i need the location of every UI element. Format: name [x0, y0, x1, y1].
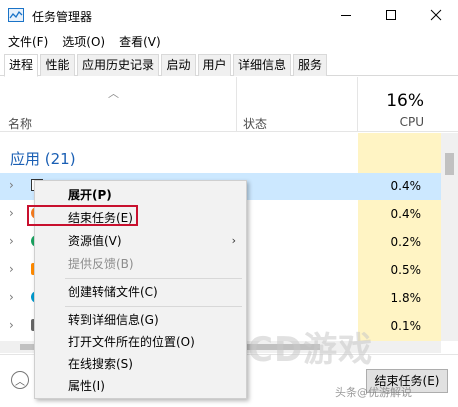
row-cpu-value: 1.8%	[390, 291, 422, 305]
tab-performance[interactable]: 性能	[40, 54, 75, 76]
ctx-resource-values-label: 资源值(V)	[68, 234, 122, 248]
tab-users[interactable]: 用户	[198, 54, 231, 76]
window-title: 任务管理器	[32, 10, 93, 24]
column-header: ︿ 名称 状态 16% CPU	[0, 77, 458, 132]
menu-bar: 文件(F) 选项(O) 查看(V)	[0, 31, 167, 51]
expand-caret-icon[interactable]: ›	[9, 318, 14, 332]
maximize-icon	[385, 10, 396, 20]
title-bar[interactable]: 任务管理器	[0, 0, 458, 30]
menu-file[interactable]: 文件(F)	[0, 31, 54, 51]
close-button[interactable]	[413, 0, 458, 30]
menu-divider	[65, 278, 242, 279]
expand-caret-icon[interactable]: ›	[9, 290, 14, 304]
ctx-create-dump[interactable]: 创建转储文件(C)	[35, 281, 246, 303]
column-divider[interactable]	[236, 77, 237, 132]
tab-services[interactable]: 服务	[293, 54, 327, 76]
menu-options[interactable]: 选项(O)	[54, 31, 111, 51]
tab-details[interactable]: 详细信息	[233, 54, 291, 76]
ctx-search-online[interactable]: 在线搜索(S)	[35, 353, 246, 375]
ctx-resource-values[interactable]: 资源值(V) ›	[35, 230, 246, 252]
fewer-details-icon[interactable]: ︿	[11, 371, 29, 389]
close-icon	[430, 9, 441, 21]
column-name[interactable]: 名称	[8, 115, 32, 132]
sort-caret-icon[interactable]: ︿	[108, 85, 119, 101]
group-header-apps[interactable]: 应用 (21)	[10, 148, 76, 169]
ctx-properties[interactable]: 属性(I)	[35, 375, 246, 397]
row-cpu-value: 0.4%	[390, 179, 422, 193]
column-divider[interactable]	[357, 77, 358, 132]
tab-processes[interactable]: 进程	[4, 54, 38, 77]
expand-caret-icon[interactable]: ›	[9, 206, 14, 220]
tab-app-history[interactable]: 应用历史记录	[77, 54, 159, 76]
expand-caret-icon[interactable]: ›	[9, 262, 14, 276]
tab-startup[interactable]: 启动	[161, 54, 196, 76]
scrollbar-thumb[interactable]	[445, 153, 454, 175]
row-cpu-value: 0.4%	[390, 207, 422, 221]
tab-strip: 进程 性能 应用历史记录 启动 用户 详细信息 服务	[0, 54, 458, 77]
ctx-go-to-details[interactable]: 转到详细信息(G)	[35, 309, 246, 331]
submenu-arrow-icon: ›	[231, 234, 236, 247]
ctx-expand[interactable]: 展开(P)	[35, 184, 246, 206]
row-cpu-value: 0.5%	[390, 263, 422, 277]
column-status[interactable]: 状态	[243, 115, 267, 132]
expand-caret-icon[interactable]: ›	[9, 234, 14, 248]
minimize-icon	[340, 15, 351, 16]
task-manager-icon	[8, 8, 24, 22]
menu-view[interactable]: 查看(V)	[111, 31, 167, 51]
end-task-button[interactable]: 结束任务(E)	[366, 369, 448, 393]
vertical-scrollbar[interactable]	[441, 133, 458, 341]
annotation-highlight-box	[27, 205, 138, 226]
cpu-total-percent[interactable]: 16%	[386, 91, 424, 111]
column-cpu[interactable]: CPU	[400, 115, 424, 129]
row-cpu-value: 0.1%	[390, 319, 422, 333]
row-cpu-value: 0.2%	[390, 235, 422, 249]
minimize-button[interactable]	[323, 0, 368, 30]
ctx-feedback: 提供反馈(B)	[68, 257, 134, 271]
expand-caret-icon[interactable]: ›	[9, 178, 14, 192]
maximize-button[interactable]	[368, 0, 413, 30]
menu-divider	[65, 306, 242, 307]
ctx-open-file-location[interactable]: 打开文件所在的位置(O)	[35, 331, 246, 353]
